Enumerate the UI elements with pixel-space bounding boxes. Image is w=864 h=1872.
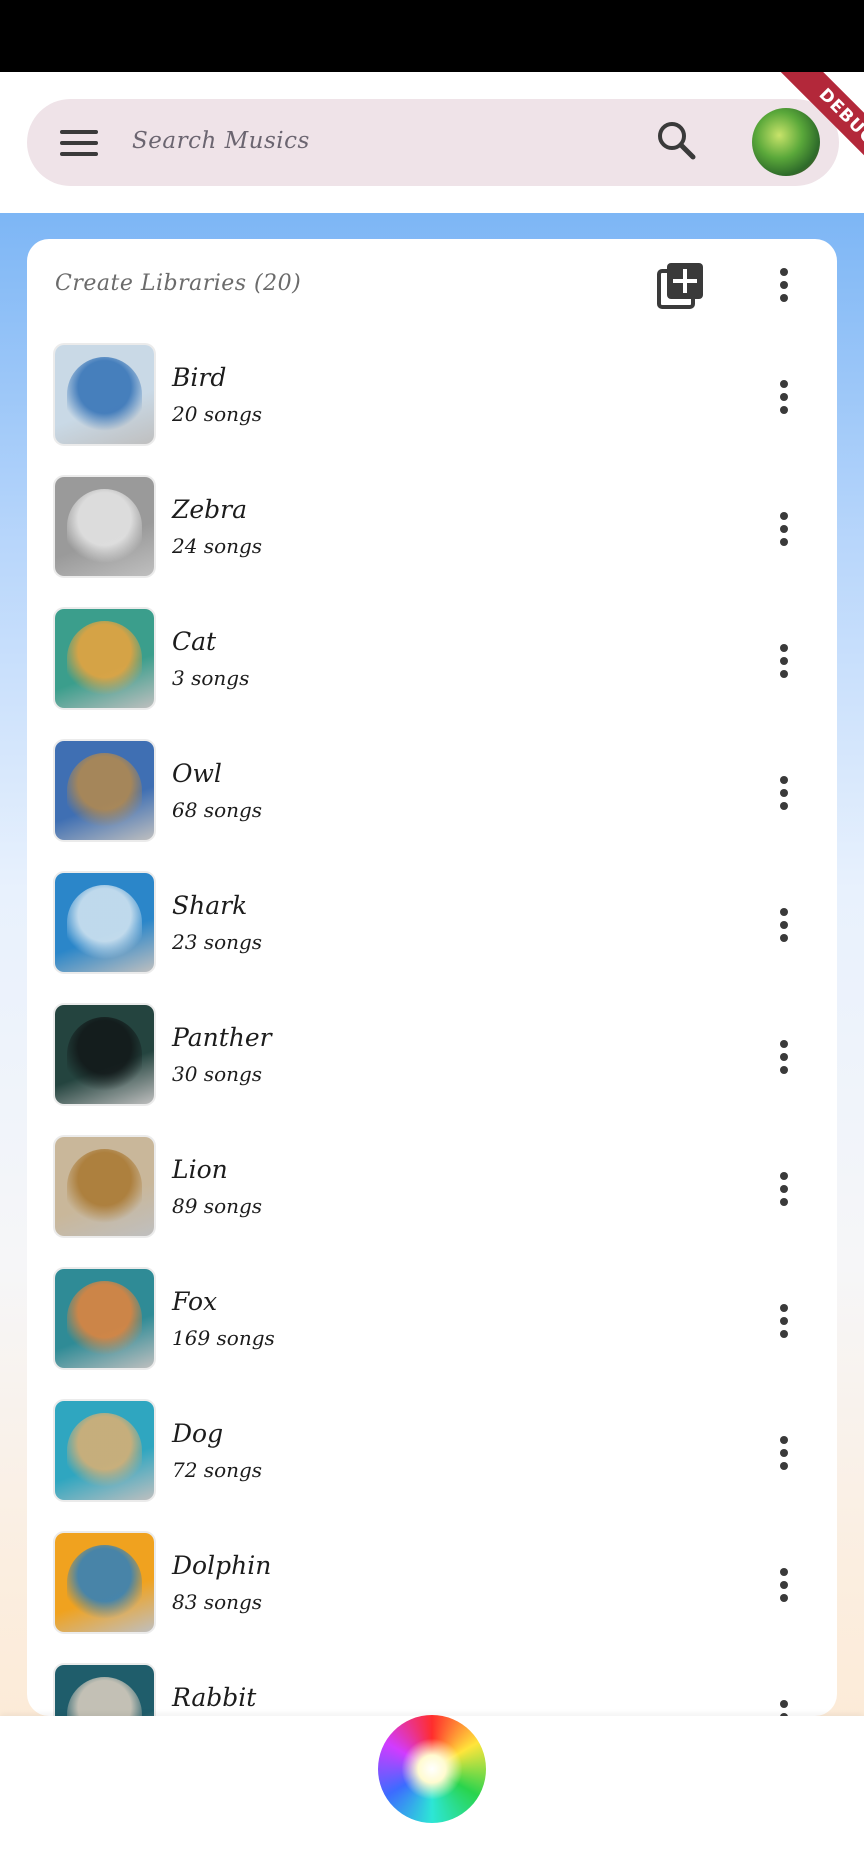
library-name: Cat (172, 627, 217, 656)
status-bar (0, 0, 864, 72)
cover-art (67, 1281, 142, 1356)
library-more-icon[interactable] (777, 1300, 791, 1342)
library-cover-image (55, 477, 154, 576)
library-song-count: 3 songs (172, 666, 250, 690)
library-name: Lion (172, 1155, 228, 1184)
menu-icon[interactable] (58, 126, 100, 160)
library-cover-image (55, 1665, 154, 1716)
library-cover-image (55, 1005, 154, 1104)
cover-art (67, 1545, 142, 1620)
search-input[interactable]: Search Musics (132, 128, 310, 154)
library-name: Zebra (172, 495, 248, 524)
library-song-count: 89 songs (172, 1194, 263, 1218)
library-more-icon[interactable] (777, 508, 791, 550)
library-name: Rabbit (172, 1683, 257, 1712)
avatar[interactable] (752, 108, 820, 176)
library-song-count: 20 songs (172, 402, 263, 426)
library-name: Fox (172, 1287, 218, 1316)
library-more-icon[interactable] (777, 1432, 791, 1474)
cover-art (67, 753, 142, 828)
cover-art (67, 1149, 142, 1224)
library-row[interactable]: Rabbit (27, 1651, 837, 1716)
cover-art (67, 885, 142, 960)
library-song-count: 83 songs (172, 1590, 263, 1614)
library-name: Dog (172, 1419, 224, 1448)
library-cover-image (55, 609, 154, 708)
libraries-card: Create Libraries (20) Bird 20 songs Zebra 2… (27, 239, 837, 1716)
library-song-count: 169 songs (172, 1326, 275, 1350)
library-more-icon[interactable] (777, 1696, 791, 1716)
libraries-title: Create Libraries (20) (55, 271, 302, 296)
library-more-icon[interactable] (777, 1564, 791, 1606)
library-row[interactable]: Cat 3 songs (27, 595, 837, 727)
player-orb-button[interactable] (378, 1715, 486, 1823)
library-row[interactable]: Panther 30 songs (27, 991, 837, 1123)
cover-art (67, 1017, 142, 1092)
library-cover-image (55, 873, 154, 972)
library-more-icon[interactable] (777, 376, 791, 418)
library-row[interactable]: Bird 20 songs (27, 331, 837, 463)
library-row[interactable]: Shark 23 songs (27, 859, 837, 991)
cover-art (67, 357, 142, 432)
library-cover-image (55, 1269, 154, 1368)
library-row[interactable]: Dog 72 songs (27, 1387, 837, 1519)
library-cover-image (55, 741, 154, 840)
library-song-count: 23 songs (172, 930, 263, 954)
library-more-icon[interactable] (777, 1036, 791, 1078)
library-name: Shark (172, 891, 248, 920)
library-row[interactable]: Lion 89 songs (27, 1123, 837, 1255)
libraries-more-icon[interactable] (777, 264, 791, 306)
library-song-count: 30 songs (172, 1062, 263, 1086)
library-song-count: 68 songs (172, 798, 263, 822)
library-song-count: 72 songs (172, 1458, 263, 1482)
library-name: Owl (172, 759, 222, 788)
library-song-count: 24 songs (172, 534, 263, 558)
library-name: Panther (172, 1023, 272, 1052)
library-name: Dolphin (172, 1551, 272, 1580)
library-cover-image (55, 1533, 154, 1632)
library-cover-image (55, 345, 154, 444)
library-more-icon[interactable] (777, 772, 791, 814)
library-row[interactable]: Owl 68 songs (27, 727, 837, 859)
library-row[interactable]: Zebra 24 songs (27, 463, 837, 595)
library-cover-image (55, 1401, 154, 1500)
libraries-header: Create Libraries (20) (27, 239, 837, 331)
library-more-icon[interactable] (777, 1168, 791, 1210)
library-row[interactable]: Fox 169 songs (27, 1255, 837, 1387)
cover-art (67, 489, 142, 564)
cover-art (67, 1413, 142, 1488)
add-library-icon[interactable] (656, 260, 706, 310)
cover-art (67, 621, 142, 696)
library-cover-image (55, 1137, 154, 1236)
library-more-icon[interactable] (777, 904, 791, 946)
library-row[interactable]: Dolphin 83 songs (27, 1519, 837, 1651)
library-name: Bird (172, 363, 227, 392)
library-more-icon[interactable] (777, 640, 791, 682)
cover-art (67, 1677, 142, 1716)
search-icon[interactable] (654, 118, 698, 162)
